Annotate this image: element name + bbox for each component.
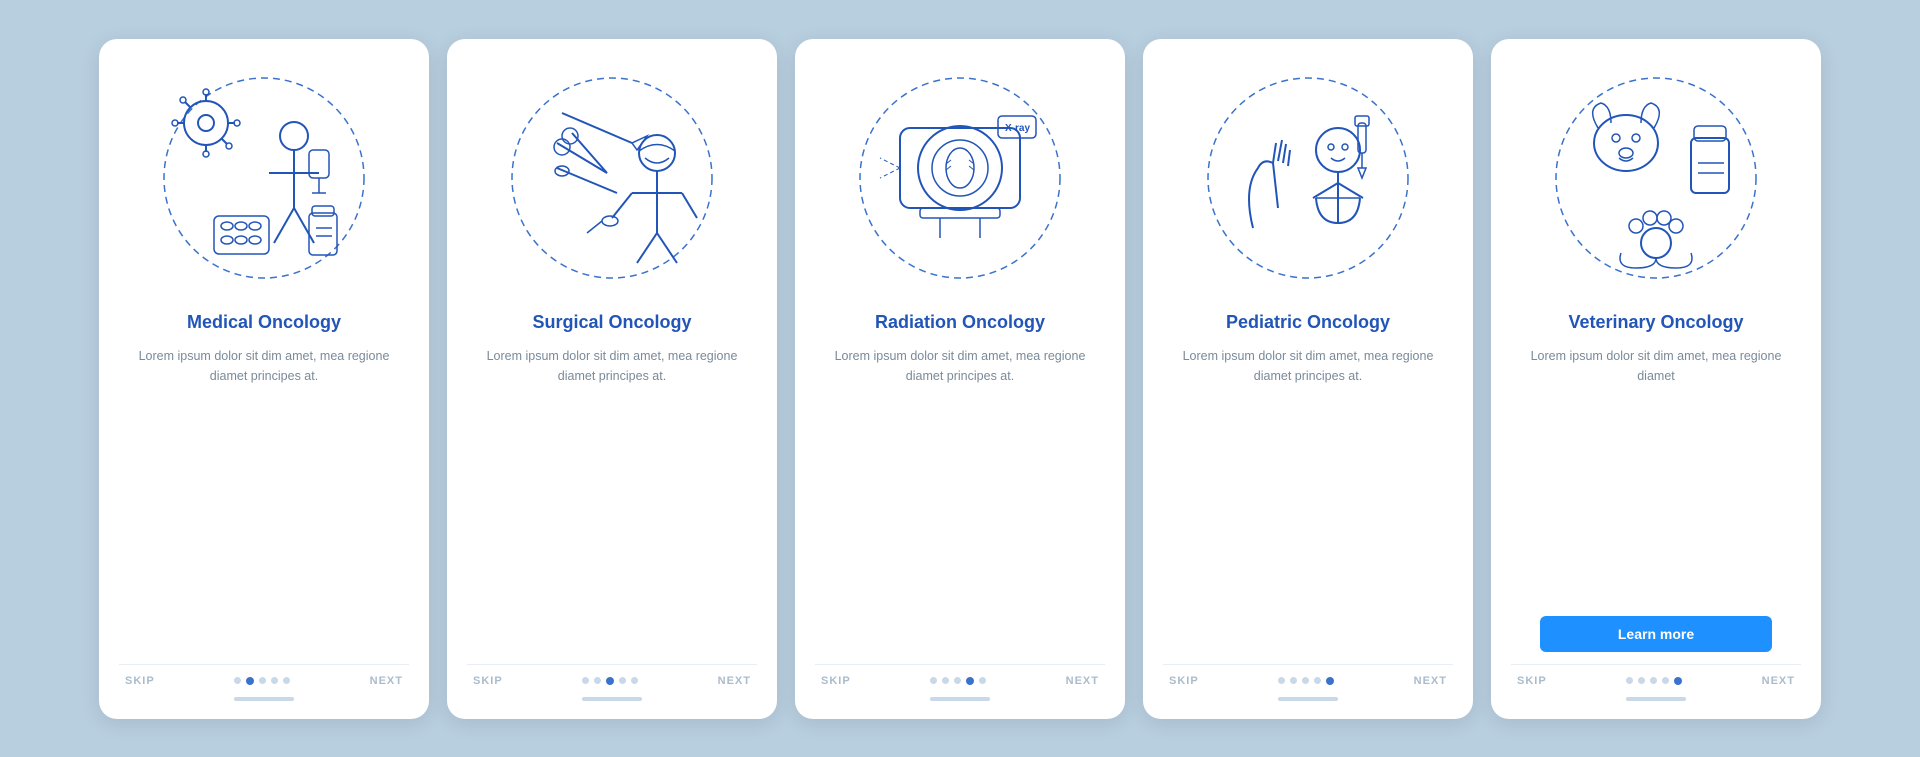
skip-button[interactable]: SKIP bbox=[1517, 675, 1547, 687]
bottom-bar bbox=[234, 697, 294, 701]
bottom-bar bbox=[1626, 697, 1686, 701]
cards-container: Medical Oncology Lorem ipsum dolor sit d… bbox=[59, 9, 1861, 749]
pediatric-oncology-illustration bbox=[1193, 63, 1423, 293]
dot-1 bbox=[234, 677, 241, 684]
card-medical-oncology: Medical Oncology Lorem ipsum dolor sit d… bbox=[99, 39, 429, 719]
next-button[interactable]: NEXT bbox=[718, 675, 751, 687]
pagination-dots bbox=[582, 677, 638, 685]
dot-4 bbox=[1662, 677, 1669, 684]
dot-1 bbox=[1626, 677, 1633, 684]
skip-button[interactable]: SKIP bbox=[125, 675, 155, 687]
next-button[interactable]: NEXT bbox=[1066, 675, 1099, 687]
dot-2 bbox=[942, 677, 949, 684]
dot-5 bbox=[979, 677, 986, 684]
skip-button[interactable]: SKIP bbox=[473, 675, 503, 687]
card-footer: SKIP NEXT bbox=[1163, 664, 1453, 687]
card-body: Lorem ipsum dolor sit dim amet, mea regi… bbox=[815, 346, 1105, 648]
dot-4 bbox=[1314, 677, 1321, 684]
card-footer: SKIP NEXT bbox=[119, 664, 409, 687]
card-title: Surgical Oncology bbox=[532, 311, 691, 334]
dot-3 bbox=[1302, 677, 1309, 684]
veterinary-oncology-illustration bbox=[1541, 63, 1771, 293]
card-footer: SKIP NEXT bbox=[1511, 664, 1801, 687]
radiation-oncology-illustration: X-ray bbox=[845, 63, 1075, 293]
card-body: Lorem ipsum dolor sit dim amet, mea regi… bbox=[119, 346, 409, 648]
dot-2 bbox=[246, 677, 254, 685]
card-title: Radiation Oncology bbox=[875, 311, 1045, 334]
next-button[interactable]: NEXT bbox=[1762, 675, 1795, 687]
dot-5 bbox=[631, 677, 638, 684]
bottom-bar bbox=[930, 697, 990, 701]
next-button[interactable]: NEXT bbox=[1414, 675, 1447, 687]
dot-2 bbox=[1638, 677, 1645, 684]
dot-3 bbox=[259, 677, 266, 684]
skip-button[interactable]: SKIP bbox=[1169, 675, 1199, 687]
dot-5 bbox=[1674, 677, 1682, 685]
pagination-dots bbox=[1626, 677, 1682, 685]
card-body: Lorem ipsum dolor sit dim amet, mea regi… bbox=[1511, 346, 1801, 600]
skip-button[interactable]: SKIP bbox=[821, 675, 851, 687]
next-button[interactable]: NEXT bbox=[370, 675, 403, 687]
card-body: Lorem ipsum dolor sit dim amet, mea regi… bbox=[467, 346, 757, 648]
pagination-dots bbox=[234, 677, 290, 685]
dot-2 bbox=[1290, 677, 1297, 684]
card-footer: SKIP NEXT bbox=[815, 664, 1105, 687]
bottom-bar bbox=[1278, 697, 1338, 701]
card-pediatric-oncology: Pediatric Oncology Lorem ipsum dolor sit… bbox=[1143, 39, 1473, 719]
dot-4 bbox=[619, 677, 626, 684]
medical-oncology-illustration bbox=[149, 63, 379, 293]
bottom-bar bbox=[582, 697, 642, 701]
card-footer: SKIP NEXT bbox=[467, 664, 757, 687]
card-veterinary-oncology: Veterinary Oncology Lorem ipsum dolor si… bbox=[1491, 39, 1821, 719]
svg-text:X-ray: X-ray bbox=[1005, 123, 1030, 134]
dot-1 bbox=[930, 677, 937, 684]
dot-4 bbox=[271, 677, 278, 684]
dot-5 bbox=[283, 677, 290, 684]
dot-1 bbox=[582, 677, 589, 684]
dot-2 bbox=[594, 677, 601, 684]
dot-3 bbox=[606, 677, 614, 685]
card-title: Veterinary Oncology bbox=[1568, 311, 1743, 334]
surgical-oncology-illustration bbox=[497, 63, 727, 293]
learn-more-button[interactable]: Learn more bbox=[1540, 616, 1772, 652]
dot-3 bbox=[954, 677, 961, 684]
pagination-dots bbox=[1278, 677, 1334, 685]
dot-4 bbox=[966, 677, 974, 685]
dot-3 bbox=[1650, 677, 1657, 684]
card-title: Medical Oncology bbox=[187, 311, 341, 334]
card-radiation-oncology: X-ray Radiation Oncology Lorem ipsum dol… bbox=[795, 39, 1125, 719]
card-surgical-oncology: Surgical Oncology Lorem ipsum dolor sit … bbox=[447, 39, 777, 719]
card-body: Lorem ipsum dolor sit dim amet, mea regi… bbox=[1163, 346, 1453, 648]
card-title: Pediatric Oncology bbox=[1226, 311, 1390, 334]
dot-5 bbox=[1326, 677, 1334, 685]
dot-1 bbox=[1278, 677, 1285, 684]
pagination-dots bbox=[930, 677, 986, 685]
